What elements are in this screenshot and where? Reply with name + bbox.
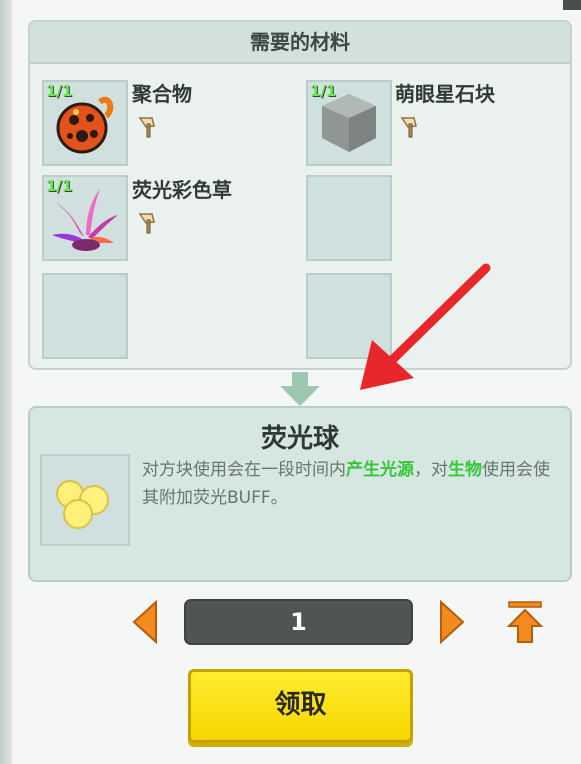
materials-panel-title: 需要的材料 bbox=[30, 22, 570, 64]
desc-text: 对方块使用会在一段时间内 bbox=[142, 460, 346, 480]
material-name-fluorescent-grass: 荧光彩色草 bbox=[132, 178, 232, 202]
down-arrow-icon bbox=[280, 372, 320, 406]
desc-highlight: 产生光源 bbox=[346, 460, 414, 480]
result-item-slot[interactable] bbox=[40, 454, 130, 546]
material-slot-empty bbox=[306, 175, 392, 261]
axe-icon bbox=[138, 117, 155, 138]
axe-icon bbox=[138, 213, 155, 234]
material-count: 1/1 bbox=[46, 177, 73, 195]
material-slot-empty bbox=[42, 273, 128, 359]
material-slot-empty bbox=[306, 273, 392, 359]
increase-arrow-icon[interactable] bbox=[439, 600, 465, 644]
material-slot-stone-block[interactable]: 1/1 bbox=[306, 80, 392, 166]
axe-icon bbox=[400, 117, 417, 138]
material-count: 1/1 bbox=[310, 82, 337, 100]
fluorescent-ball-icon bbox=[56, 480, 109, 529]
result-panel: 荧光球 对方块使用会在一段时间内产生光源，对生物使用会使其附加荧光BUFF。 bbox=[28, 406, 572, 582]
result-description: 对方块使用会在一段时间内产生光源，对生物使用会使其附加荧光BUFF。 bbox=[142, 456, 562, 512]
decrease-arrow-icon[interactable] bbox=[132, 600, 158, 644]
material-name-polymer: 聚合物 bbox=[132, 82, 192, 106]
result-title: 荧光球 bbox=[260, 424, 339, 454]
material-count: 1/1 bbox=[46, 82, 73, 100]
top-right-corner bbox=[563, 0, 581, 10]
desc-text: ，对 bbox=[414, 460, 448, 480]
materials-panel: 需要的材料 1/1 聚合物 1/1 萌眼星石块 1/1 荧光彩色草 bbox=[28, 20, 572, 370]
max-quantity-icon[interactable] bbox=[505, 600, 545, 644]
material-name-stone-block: 萌眼星石块 bbox=[395, 82, 495, 106]
left-edge-strip bbox=[0, 0, 12, 764]
material-slot-polymer[interactable]: 1/1 bbox=[42, 80, 128, 166]
quantity-field[interactable]: 1 bbox=[184, 599, 413, 645]
desc-highlight: 生物 bbox=[448, 460, 482, 480]
claim-button[interactable]: 领取 bbox=[188, 669, 413, 743]
material-slot-fluorescent-grass[interactable]: 1/1 bbox=[42, 175, 128, 261]
